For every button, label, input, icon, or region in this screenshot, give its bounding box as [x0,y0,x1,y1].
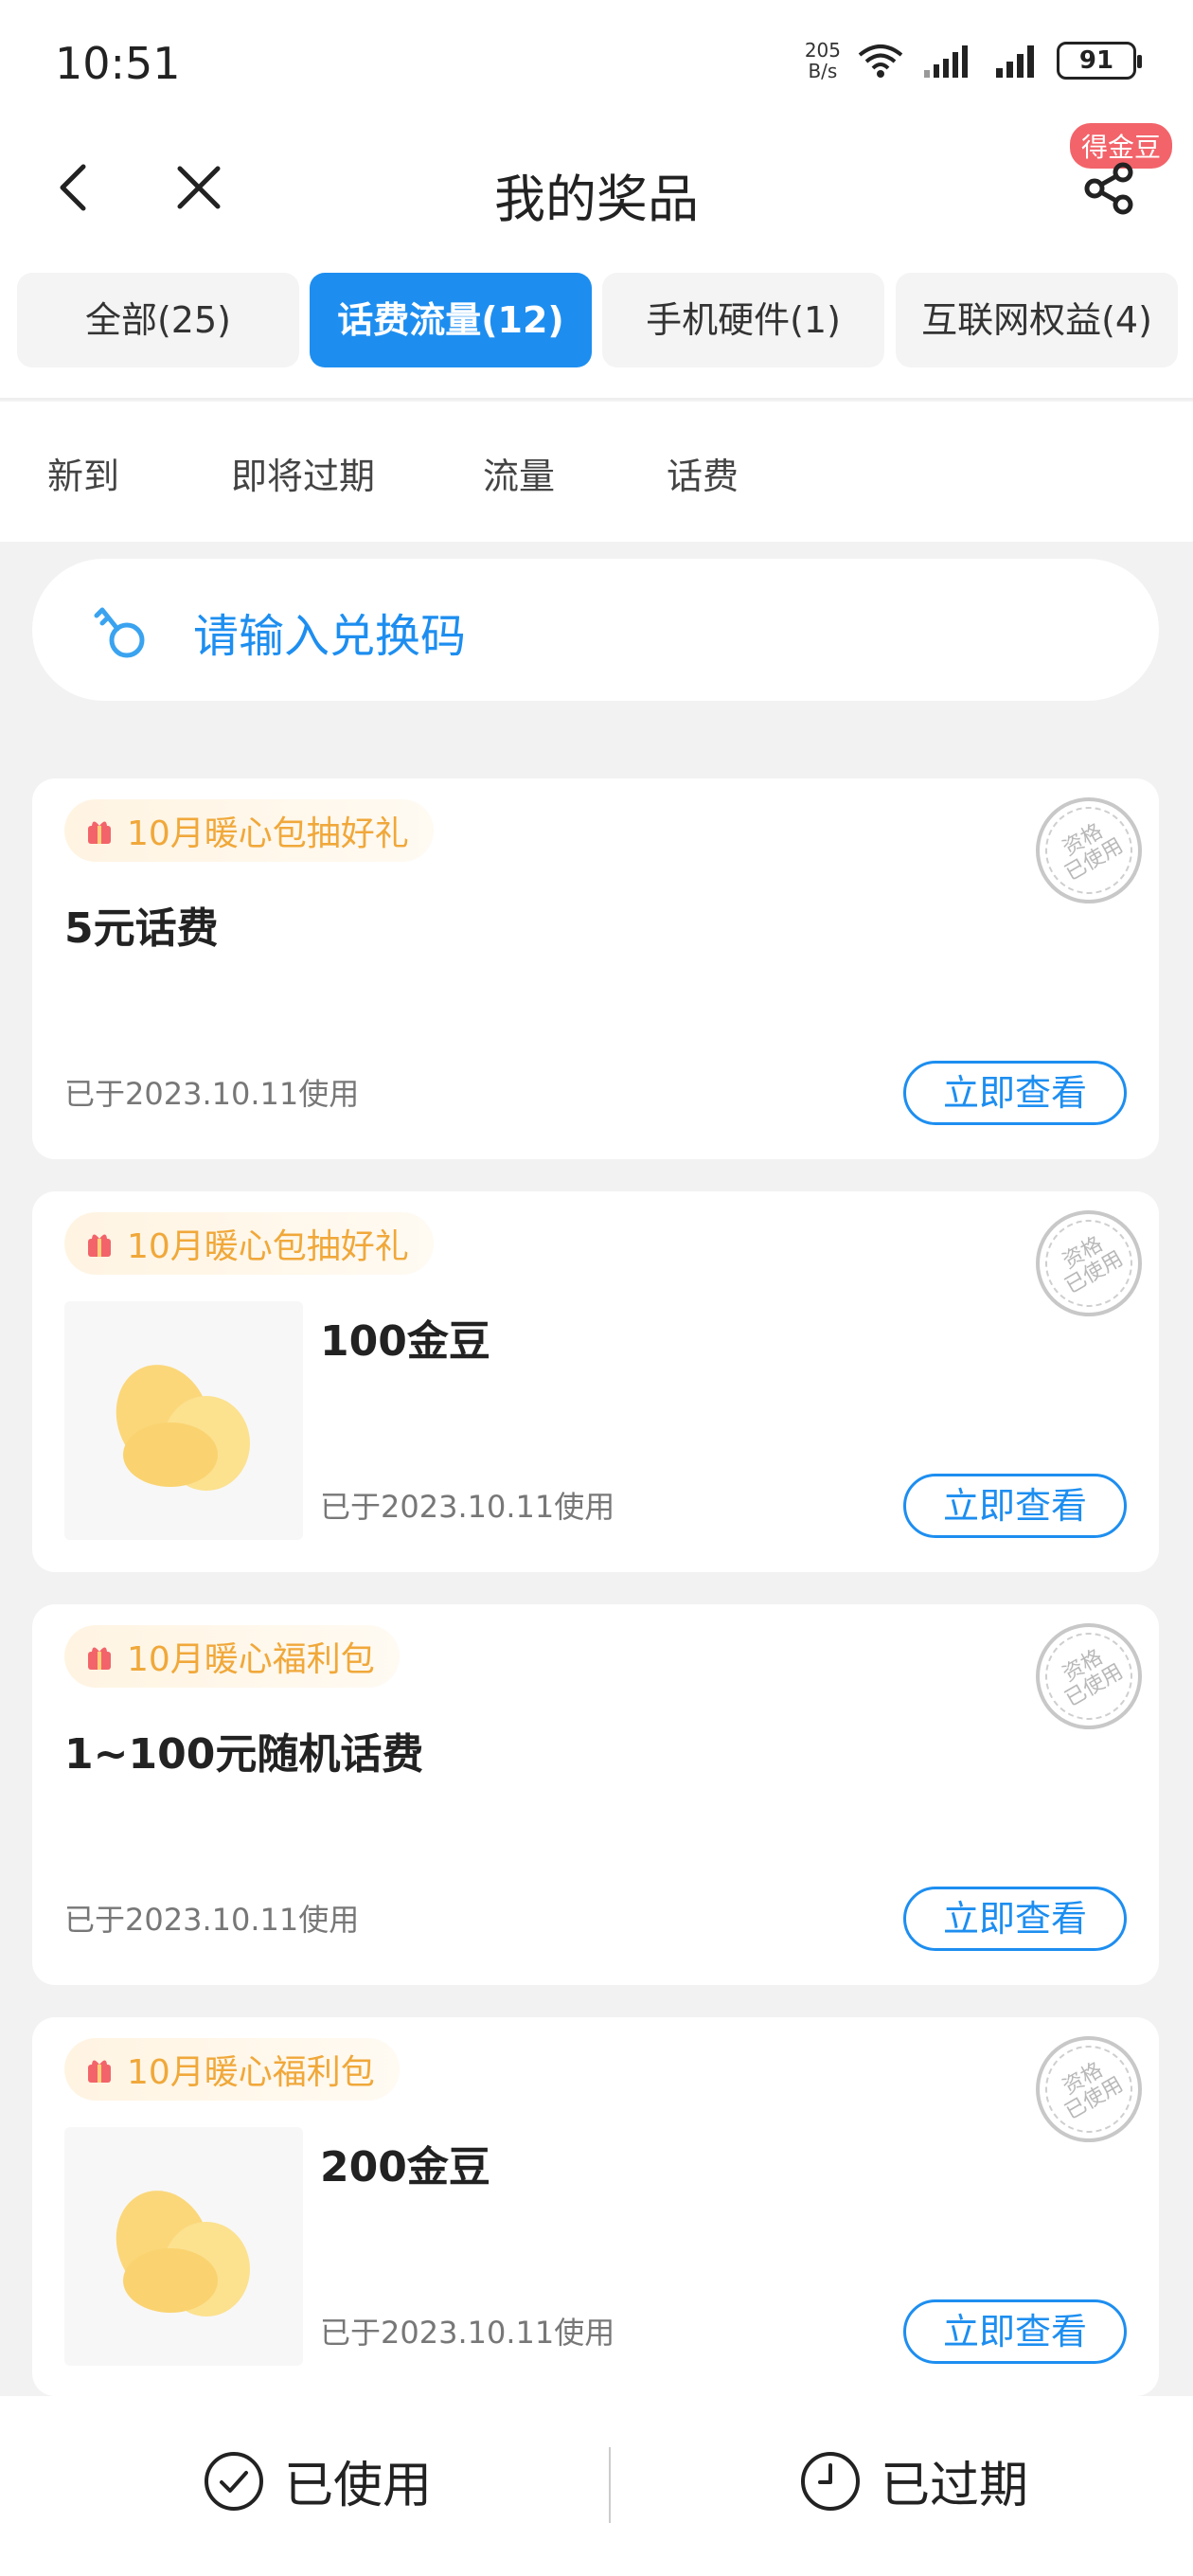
view-now-button[interactable]: 立即查看 [903,1474,1127,1538]
prize-title: 100金豆 [320,1317,490,1366]
stamp-text: 资格 已使用 [1059,2058,1128,2125]
tab-call-data[interactable]: 话费流量(12) [310,273,592,367]
used-stamp-icon: 资格 已使用 [1029,1617,1148,1736]
battery-indicator: 91 [1057,42,1142,80]
prize-title: 200金豆 [320,2143,490,2191]
used-filter-button[interactable]: 已使用 [203,2445,432,2516]
prize-card: 10月暖心包抽好礼 资格 已使用 100金豆 已于2023.10.11使用 立即查… [32,1191,1159,1572]
stamp-text: 资格 已使用 [1059,1232,1128,1299]
used-date: 已于2023.10.11使用 [320,1489,615,1525]
filter-tabs: 新到 即将过期 流量 话费 [0,402,1193,542]
used-date: 已于2023.10.11使用 [320,2315,615,2351]
campaign-tag: 10月暖心包抽好礼 [64,799,434,862]
share-icon[interactable] [1081,161,1136,216]
prize-card: 10月暖心福利包 资格 已使用 200金豆 已于2023.10.11使用 立即查看 [32,2017,1159,2396]
view-now-button[interactable]: 立即查看 [903,2299,1127,2364]
gold-bean-image [64,1301,303,1540]
campaign-tag-text: 10月暖心包抽好礼 [127,814,409,853]
status-time: 10:51 [55,38,181,89]
net-speed-value: 205 [804,39,841,62]
stamp-text: 资格 已使用 [1059,1645,1128,1712]
bottom-bar: 已使用 已过期 [0,2396,1193,2576]
campaign-tag: 10月暖心福利包 [64,2038,400,2101]
filter-data[interactable]: 流量 [483,447,555,499]
prize-card: 10月暖心包抽好礼 资格 已使用 5元话费 已于2023.10.11使用 立即查看 [32,778,1159,1159]
tab-internet-benefits[interactable]: 互联网权益(4) [896,273,1178,367]
used-stamp-icon: 资格 已使用 [1029,1204,1148,1323]
gold-bean-image [64,2127,303,2366]
header: 我的奖品 得金豆 [0,123,1193,256]
campaign-tag-text: 10月暖心包抽好礼 [127,1227,409,1266]
key-icon [94,607,145,658]
prize-card: 10月暖心福利包 资格 已使用 1~100元随机话费 已于2023.10.11使用… [32,1604,1159,1985]
category-tabs: 全部(25) 话费流量(12) 手机硬件(1) 互联网权益(4) [0,256,1193,400]
net-speed-unit: B/s [808,60,838,82]
tab-phone-hardware[interactable]: 手机硬件(1) [602,273,884,367]
status-icons: 205 B/s 91 [805,40,1142,81]
tab-all[interactable]: 全部(25) [17,273,299,367]
prize-title: 5元话费 [64,904,219,953]
check-circle-icon [205,2451,263,2511]
campaign-tag: 10月暖心福利包 [64,1625,400,1688]
view-now-button[interactable]: 立即查看 [903,1061,1127,1125]
used-stamp-icon: 资格 已使用 [1029,791,1148,910]
used-stamp-icon: 资格 已使用 [1029,2030,1148,2149]
redeem-placeholder: 请输入兑换码 [193,610,467,663]
expired-filter-button[interactable]: 已过期 [799,2445,1028,2516]
gift-icon [88,1647,111,1670]
clock-icon [801,2451,860,2511]
gift-icon [88,2060,111,2083]
gift-icon [88,1234,111,1257]
gold-bean-icon [116,1365,250,1491]
campaign-tag-text: 10月暖心福利包 [127,1640,375,1679]
campaign-tag-text: 10月暖心福利包 [127,2053,375,2092]
signal-icon-2 [996,45,1034,78]
filter-new[interactable]: 新到 [47,447,119,499]
expired-label: 已过期 [881,2458,1029,2514]
wifi-icon [858,45,903,78]
page-title: 我的奖品 [494,170,699,229]
net-speed: 205 B/s [805,40,841,81]
divider [609,2447,611,2523]
signal-icon-1 [924,45,968,78]
view-now-button[interactable]: 立即查看 [903,1887,1127,1951]
gold-bean-icon [116,2191,250,2317]
campaign-tag: 10月暖心包抽好礼 [64,1212,434,1275]
gift-icon [88,821,111,844]
status-bar: 10:51 205 B/s 91 [0,0,1193,133]
redeem-code-input[interactable]: 请输入兑换码 [32,559,1159,701]
stamp-text: 资格 已使用 [1059,819,1128,886]
filter-call-credit[interactable]: 话费 [667,447,739,499]
prize-title: 1~100元随机话费 [64,1730,424,1779]
filter-expiring[interactable]: 即将过期 [231,447,375,499]
used-date: 已于2023.10.11使用 [64,1076,360,1112]
used-date: 已于2023.10.11使用 [64,1902,360,1938]
used-label: 已使用 [284,2458,433,2514]
